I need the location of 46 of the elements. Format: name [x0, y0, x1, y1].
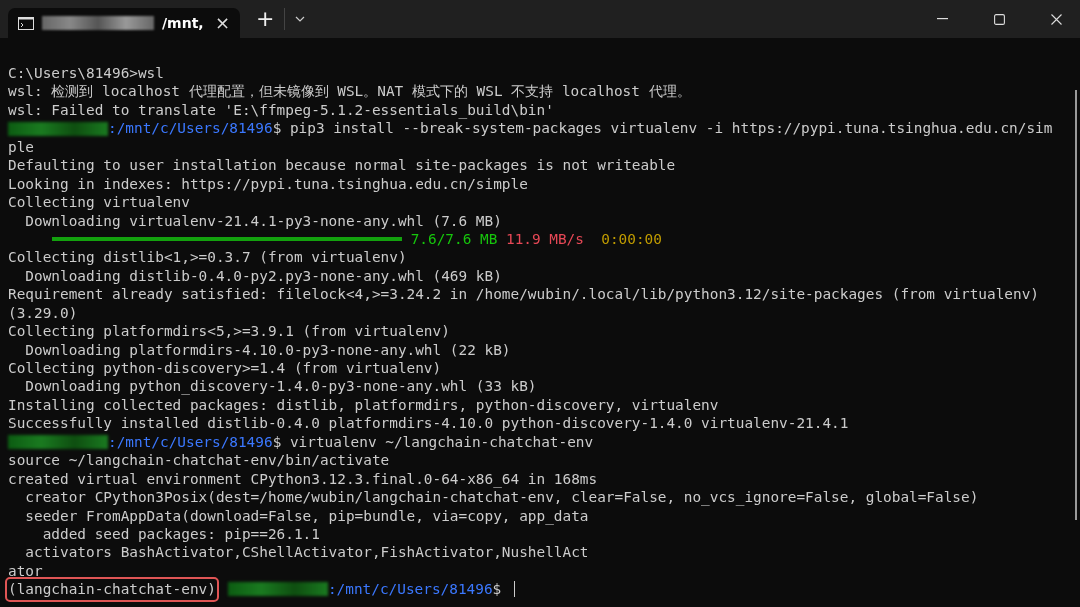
output-text: C:\Users\81496>wsl [8, 64, 164, 83]
env-name: (langchain-chatchat-env) [8, 580, 216, 599]
output-text: wsl: 检测到 localhost 代理配置，但未镜像到 WSL。NAT 模式下的 WSL 不支持 localhost 代理。 [8, 82, 691, 101]
output-text: Downloading distlib-0.4.0-py2.py3-none-any.whl (469 kB) [24, 266, 502, 286]
output-text: source ~/langchain-chatchat-env/bin/activate [8, 451, 390, 470]
scrollbar[interactable] [1075, 90, 1077, 520]
prompt-path: :/mnt/c/Users/81496 [108, 119, 273, 138]
output-text: seeder FromAppData(download=False, pip=bundle, via=copy, app_data [24, 506, 589, 525]
minimize-icon[interactable] [937, 18, 948, 20]
output-text: ple [8, 137, 34, 157]
output-text: Collecting platformdirs<5,>=3.9.1 (from virtualenv) [8, 322, 450, 341]
prompt-path: :/mnt/c/Users/81496 [108, 432, 273, 452]
download-size: 7.6/7.6 MB [409, 229, 498, 249]
output-text: Successfully installed distlib-0.4.0 platformdirs-4.10.0 python-discovery-1.4.0 virtualenv-21.4.1 [8, 414, 849, 433]
terminal-icon [18, 16, 34, 30]
output-text: $ pip3 install --break-system-packages virtualenv -i https://pypi.tuna.tsinghua.edu.cn/sim [272, 119, 1053, 138]
output-text: Collecting virtualenv [8, 193, 190, 212]
output-text: Downloading virtualenv-21.4.1-py3-none-any.whl (7.6 MB) [24, 211, 502, 230]
output-text: $ [492, 580, 503, 599]
tab-title: /mnt, [162, 15, 204, 31]
maximize-icon[interactable] [994, 13, 1005, 25]
terminal-tab[interactable]: /mnt, × [8, 8, 240, 38]
output-text: Looking in indexes: https://pypi.tuna.tsinghua.edu.cn/simple [8, 174, 528, 194]
output-text: (3.29.0) [8, 303, 78, 323]
output-text: Downloading platformdirs-4.10.0-py3-none-any.whl (22 kB) [24, 340, 511, 359]
output-text: activators BashActivator,CShellActivator,FishActivator,NushellAct [24, 543, 589, 562]
output-text: Requirement already satisfied: filelock<4,>=3.24.2 in /home/wubin/.local/lib/python3.12/site-packages (from virtualenv) [8, 285, 1039, 304]
download-time: 0:00:00 [600, 229, 662, 249]
download-speed: 11.9 MB/s [504, 229, 584, 249]
output-text: Collecting python-discovery>=1.4 (from virtualenv) [8, 359, 442, 378]
output-text: $ virtualenv ~/langchain-chatchat-env [272, 432, 594, 452]
close-tab-button[interactable]: × [214, 14, 230, 32]
output-text: created virtual environment CPython3.12.3.final.0-64-x86_64 in 168ms [8, 469, 598, 489]
output-text: wsl: Failed to translate 'E:\ffmpeg-5.1.2-essentials_build\bin' [8, 100, 554, 120]
output-text: Installing collected packages: distlib, platformdirs, python-discovery, virtualenv [8, 395, 719, 415]
output-text: added seed packages: pip==26.1.1 [41, 524, 320, 544]
new-tab-button[interactable]: + [256, 8, 275, 30]
output-text: ator [8, 561, 43, 581]
output-text: Defaulting to user installation because normal site-packages is not writeable [8, 156, 676, 175]
output-text: Downloading python_discovery-1.4.0-py3-none-any.whl (33 kB) [24, 377, 537, 396]
close-icon[interactable] [1051, 13, 1062, 25]
prompt-path: :/mnt/c/Users/81496 [327, 580, 493, 599]
dropdown-icon[interactable] [295, 16, 306, 22]
output-text: Collecting distlib<1,>=0.3.7 (from virtualenv) [8, 248, 407, 267]
output-text: creator CPython3Posix(dest=/home/wubin/langchain-chatchat-env, clear=False, no_vcs_ignore=False, global=False) [24, 488, 979, 507]
text-cursor [513, 581, 515, 598]
